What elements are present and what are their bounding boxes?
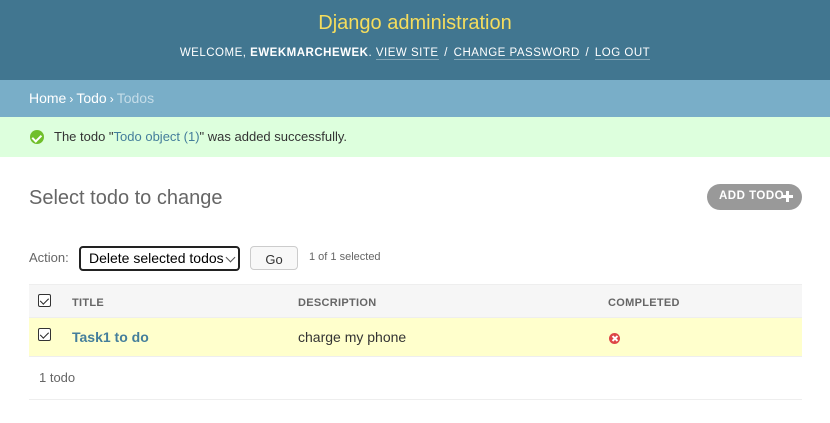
column-header-description[interactable]: DESCRIPTION	[298, 297, 376, 309]
separator: /	[444, 47, 448, 59]
success-message: The todo "Todo object (1)" was added suc…	[0, 117, 830, 157]
breadcrumb-separator: ›	[69, 92, 74, 106]
action-label: Action:	[29, 250, 69, 265]
welcome-text: WELCOME,	[179, 47, 247, 59]
welcome-period: .	[368, 47, 373, 59]
table-header: TITLE DESCRIPTION COMPLETED	[29, 284, 802, 318]
add-todo-button[interactable]: ADD TODO	[707, 184, 802, 210]
no-icon	[609, 333, 620, 344]
result-count: 1 todo	[39, 370, 76, 385]
action-select[interactable]: Delete selected todos	[79, 246, 240, 271]
row-checkbox[interactable]	[38, 328, 51, 341]
message-object-link[interactable]: Todo object (1)	[114, 129, 200, 144]
column-header-completed[interactable]: COMPLETED	[608, 297, 680, 309]
separator: /	[585, 47, 590, 59]
breadcrumb-home[interactable]: Home	[29, 90, 66, 106]
log-out-link[interactable]: LOG OUT	[594, 47, 651, 60]
breadcrumb: Home › Todo › Todos	[0, 80, 830, 117]
page-title: Select todo to change	[29, 187, 223, 209]
username: EWEKMARCHEWEK	[250, 47, 369, 59]
paginator: 1 todo	[29, 357, 802, 400]
message-suffix: " was added successfully.	[199, 129, 347, 144]
go-button[interactable]: Go	[250, 246, 298, 270]
view-site-link[interactable]: VIEW SITE	[375, 47, 439, 60]
row-title-link[interactable]: Task1 to do	[72, 329, 149, 345]
chevron-down-icon	[225, 252, 236, 263]
success-check-icon	[30, 130, 44, 144]
selection-count: 1 of 1 selected	[309, 251, 381, 263]
select-all-checkbox[interactable]	[38, 294, 51, 307]
column-header-title[interactable]: TITLE	[72, 297, 104, 309]
row-description: charge my phone	[298, 329, 407, 345]
site-name[interactable]: Django administration	[0, 12, 830, 35]
breadcrumb-current: Todos	[116, 90, 155, 106]
change-password-link[interactable]: CHANGE PASSWORD	[453, 47, 580, 60]
action-selected-option: Delete selected todos	[89, 250, 224, 266]
header: Django administration WELCOME, EWEKMARCH…	[0, 0, 830, 80]
message-prefix: The todo "	[54, 129, 114, 144]
breadcrumb-separator: ›	[109, 92, 114, 106]
plus-icon	[782, 191, 793, 202]
user-tools: WELCOME, EWEKMARCHEWEK. VIEW SITE / CHAN…	[0, 47, 830, 60]
message-text: The todo "Todo object (1)" was added suc…	[54, 129, 347, 144]
add-todo-label: ADD TODO	[719, 190, 785, 202]
breadcrumb-app[interactable]: Todo	[76, 90, 106, 106]
table-row: Task1 to do charge my phone	[29, 318, 802, 357]
